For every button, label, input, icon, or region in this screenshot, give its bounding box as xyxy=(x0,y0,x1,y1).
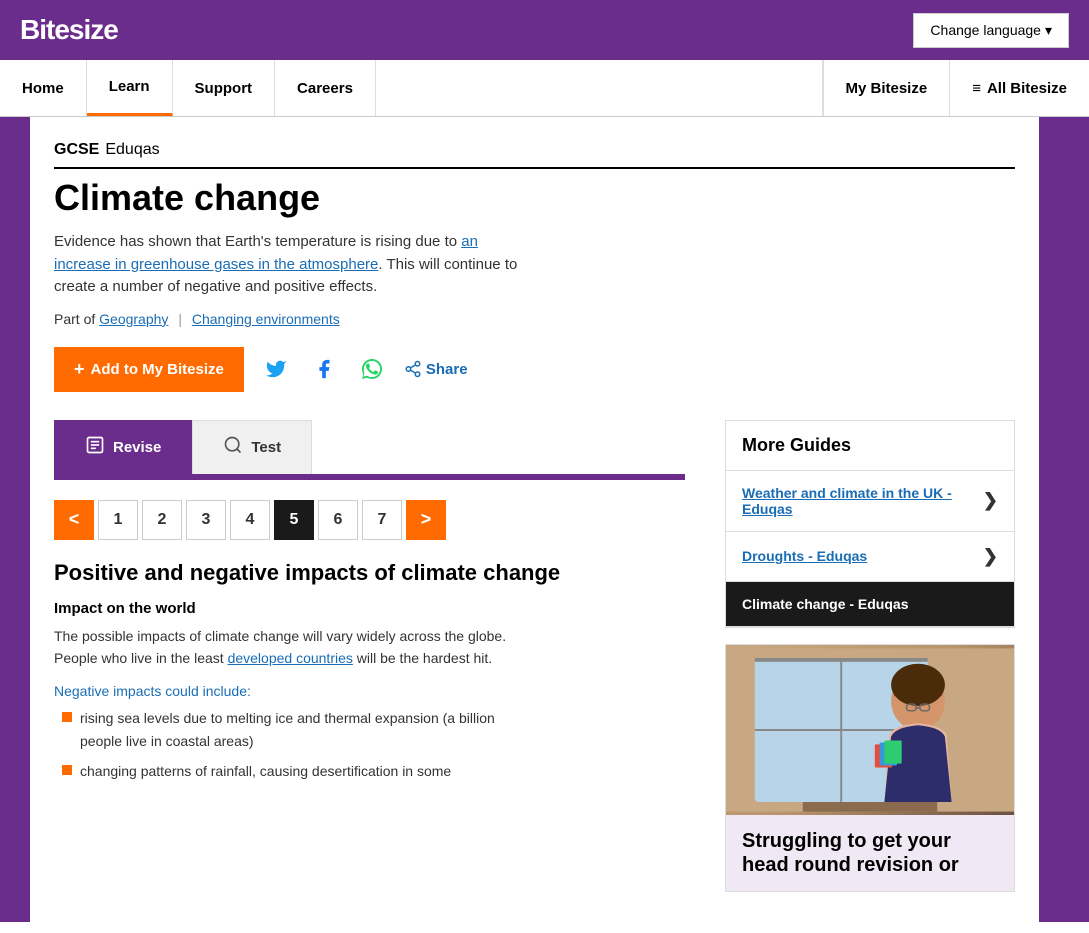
arrow-right-icon: ❯ xyxy=(983,490,998,511)
page-4-button[interactable]: 4 xyxy=(230,500,270,540)
page-description: Evidence has shown that Earth's temperat… xyxy=(54,231,534,299)
add-to-my-bitesize-button[interactable]: + Add to My Bitesize xyxy=(54,347,244,392)
nav-all-bitesize[interactable]: ≡ All Bitesize xyxy=(949,60,1089,116)
nav-careers[interactable]: Careers xyxy=(275,60,376,116)
main-col: Revise Test xyxy=(54,420,685,892)
guide-link-droughts[interactable]: Droughts - Eduqas ❯ xyxy=(726,532,1014,582)
promo-heading: Struggling to get your head round revisi… xyxy=(742,829,998,877)
action-bar: + Add to My Bitesize Share xyxy=(54,347,1015,392)
facebook-share-button[interactable] xyxy=(308,353,340,385)
promo-image xyxy=(726,645,1014,815)
plus-icon: + xyxy=(74,359,85,380)
breadcrumb-gcse: GCSE xyxy=(54,141,99,159)
page-1-button[interactable]: 1 xyxy=(98,500,138,540)
menu-icon: ≡ xyxy=(972,80,981,97)
nav-home[interactable]: Home xyxy=(0,60,87,116)
breadcrumb: GCSE Eduqas xyxy=(54,141,1015,169)
page-7-button[interactable]: 7 xyxy=(362,500,402,540)
bullet-item-1: rising sea levels due to melting ice and… xyxy=(62,707,522,752)
arrow-right-icon: ❯ xyxy=(983,546,998,567)
page-2-button[interactable]: 2 xyxy=(142,500,182,540)
greenhouse-link[interactable]: an increase in greenhouse gases in the a… xyxy=(54,233,478,273)
promo-box: Struggling to get your head round revisi… xyxy=(725,644,1015,892)
bullet-square-icon xyxy=(62,765,72,775)
page-title: Climate change xyxy=(54,177,1015,219)
article-title: Positive and negative impacts of climate… xyxy=(54,560,685,586)
right-purple-strip xyxy=(1039,117,1089,922)
nav-support[interactable]: Support xyxy=(173,60,276,116)
bullet-list: rising sea levels due to melting ice and… xyxy=(62,707,685,782)
more-guides-title: More Guides xyxy=(726,421,1014,471)
next-page-button[interactable]: > xyxy=(406,500,446,540)
article-paragraph: The possible impacts of climate change w… xyxy=(54,625,534,670)
promo-text-box: Struggling to get your head round revisi… xyxy=(726,815,1014,891)
top-header: Bitesize Change language ▾ xyxy=(0,0,1089,60)
page-3-button[interactable]: 3 xyxy=(186,500,226,540)
changing-environments-link[interactable]: Changing environments xyxy=(192,311,340,327)
left-purple-strip xyxy=(0,117,30,922)
revise-icon xyxy=(85,435,105,460)
share-button[interactable]: Share xyxy=(404,360,468,378)
test-icon xyxy=(223,435,243,460)
geography-link[interactable]: Geography xyxy=(99,311,168,327)
pagination: < 1 2 3 4 5 6 7 > xyxy=(54,500,685,540)
guide-link-climate-change[interactable]: Climate change - Eduqas xyxy=(726,582,1014,627)
bullet-item-2: changing patterns of rainfall, causing d… xyxy=(62,760,522,782)
prev-page-button[interactable]: < xyxy=(54,500,94,540)
nav-left: Home Learn Support Careers xyxy=(0,60,822,116)
tab-test[interactable]: Test xyxy=(192,420,312,474)
breadcrumb-eduqas: Eduqas xyxy=(105,141,159,159)
bullet-square-icon xyxy=(62,712,72,722)
nav-right: My Bitesize ≡ All Bitesize xyxy=(822,60,1089,116)
page-5-button[interactable]: 5 xyxy=(274,500,314,540)
tabs-container: Revise Test xyxy=(54,420,685,477)
twitter-share-button[interactable] xyxy=(260,353,292,385)
developed-countries-link[interactable]: developed countries xyxy=(228,650,353,666)
more-guides-box: More Guides Weather and climate in the U… xyxy=(725,420,1015,628)
nav-learn[interactable]: Learn xyxy=(87,60,173,116)
change-language-button[interactable]: Change language ▾ xyxy=(913,13,1069,48)
tab-revise[interactable]: Revise xyxy=(54,420,192,474)
whatsapp-share-button[interactable] xyxy=(356,353,388,385)
right-sidebar: More Guides Weather and climate in the U… xyxy=(705,420,1015,892)
bitesize-logo: Bitesize xyxy=(20,14,118,46)
section-title: Impact on the world xyxy=(54,600,685,617)
chevron-down-icon: ▾ xyxy=(1045,22,1052,39)
guide-link-weather[interactable]: Weather and climate in the UK - Eduqas ❯ xyxy=(726,471,1014,532)
page-6-button[interactable]: 6 xyxy=(318,500,358,540)
two-col-layout: Revise Test xyxy=(54,420,1015,892)
content-panel: GCSE Eduqas Climate change Evidence has … xyxy=(30,117,1039,922)
nav-my-bitesize[interactable]: My Bitesize xyxy=(823,60,950,116)
nav-bar: Home Learn Support Careers My Bitesize ≡… xyxy=(0,60,1089,117)
part-of: Part of Geography | Changing environment… xyxy=(54,311,1015,327)
bullet-intro: Negative impacts could include: xyxy=(54,683,685,699)
